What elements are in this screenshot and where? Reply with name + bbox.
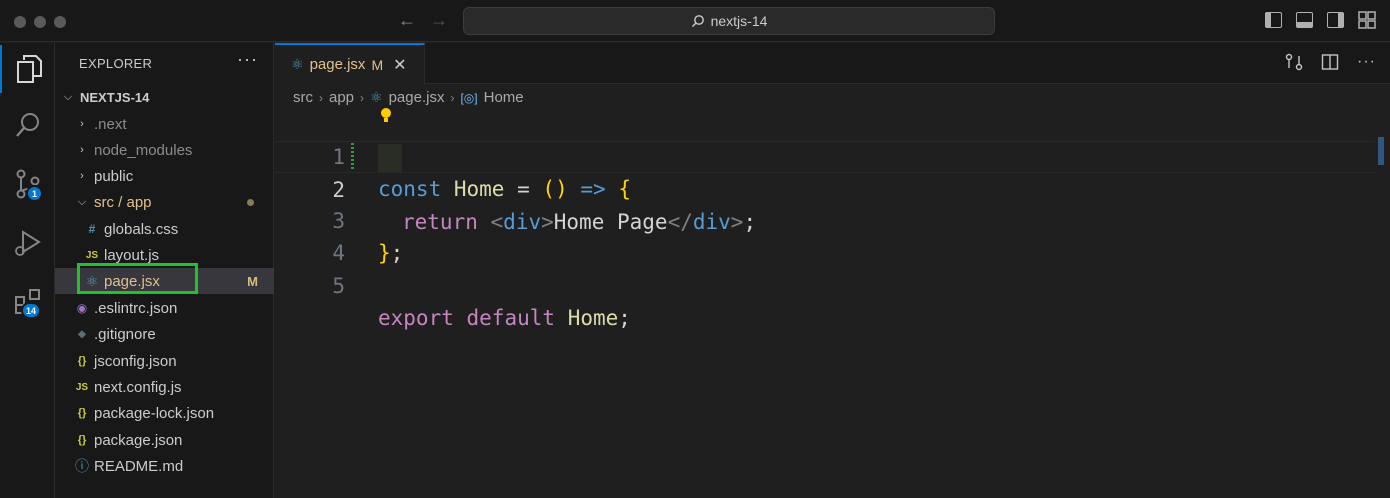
modified-dot-icon xyxy=(247,198,254,206)
maximize-window-button[interactable] xyxy=(54,16,66,28)
breadcrumb-symbol[interactable]: Home xyxy=(484,89,524,106)
search-activity[interactable] xyxy=(0,101,55,149)
editor-area: ⚛ page.jsx M ✕ ··· src › app › ⚛ page.js… xyxy=(275,43,1390,498)
overview-ruler-marker[interactable] xyxy=(1378,137,1384,165)
forward-arrow-icon[interactable]: → xyxy=(430,10,448,31)
toggle-panel-icon[interactable] xyxy=(1296,12,1313,28)
search-icon xyxy=(15,113,39,137)
tree-item-readme[interactable]: ⓘ README.md xyxy=(55,453,274,479)
close-window-button[interactable] xyxy=(14,16,26,28)
tree-item-page-jsx[interactable]: ⚛ page.jsx M xyxy=(55,268,274,294)
tab-label: page.jsx xyxy=(309,56,366,73)
run-debug-icon xyxy=(14,230,41,256)
tree-item-package-lock[interactable]: {} package-lock.json xyxy=(55,400,274,426)
tree-item-jsconfig[interactable]: {} jsconfig.json xyxy=(55,348,274,374)
tab-modified-badge: M xyxy=(371,56,384,73)
run-debug-activity[interactable] xyxy=(0,219,55,267)
back-arrow-icon[interactable]: ← xyxy=(398,10,416,31)
lightbulb-icon[interactable] xyxy=(379,107,393,125)
command-center-search[interactable]: nextjs-14 xyxy=(463,7,995,35)
indent-guide xyxy=(378,144,402,172)
tree-item-gitignore[interactable]: ◆ .gitignore xyxy=(55,321,274,347)
explorer-title: EXPLORER xyxy=(79,56,153,71)
workspace-root[interactable]: ⌵ NEXTJS-14 xyxy=(55,84,274,110)
title-bar: ← → nextjs-14 xyxy=(0,0,1390,42)
scm-badge: 1 xyxy=(26,185,43,202)
js-file-icon: JS xyxy=(75,381,89,393)
json-file-icon: {} xyxy=(77,355,87,367)
chevron-down-icon: ⌵ xyxy=(77,195,87,208)
compare-changes-icon[interactable] xyxy=(1285,53,1303,71)
js-file-icon: JS xyxy=(85,249,99,261)
info-file-icon: ⓘ xyxy=(75,458,89,474)
breadcrumb-src[interactable]: src xyxy=(293,89,313,106)
eslint-file-icon: ◉ xyxy=(76,301,88,315)
tree-item-next[interactable]: › .next xyxy=(55,111,274,137)
chevron-down-icon: ⌵ xyxy=(63,90,73,103)
modified-badge: M xyxy=(247,273,258,289)
css-file-icon: # xyxy=(88,222,96,236)
code-line: 4 xyxy=(275,205,1375,265)
chevron-right-icon: › xyxy=(80,144,84,156)
customize-layout-icon[interactable] xyxy=(1358,11,1376,29)
search-text: nextjs-14 xyxy=(710,13,768,29)
chevron-right-icon: › xyxy=(80,170,84,182)
modified-line-gutter xyxy=(351,143,354,171)
explorer-activity[interactable] xyxy=(0,45,55,93)
tree-item-node-modules[interactable]: › node_modules xyxy=(55,137,274,163)
code-line: 5 export default Home; xyxy=(275,238,1375,330)
more-actions-icon[interactable]: ··· xyxy=(1357,53,1376,71)
tab-bar: ⚛ page.jsx M ✕ ··· xyxy=(275,43,1390,84)
breadcrumb-file[interactable]: page.jsx xyxy=(389,89,445,106)
react-file-icon: ⚛ xyxy=(291,56,304,72)
tree-item-layout-js[interactable]: JS layout.js xyxy=(55,242,274,268)
chevron-right-icon: › xyxy=(319,90,323,105)
files-icon xyxy=(16,55,42,83)
tree-item-next-config[interactable]: JS next.config.js xyxy=(55,374,274,400)
split-editor-icon[interactable] xyxy=(1321,53,1339,71)
chevron-right-icon: › xyxy=(80,118,84,130)
react-file-icon: ⚛ xyxy=(85,272,99,289)
symbol-variable-icon: [◎] xyxy=(460,90,478,105)
tab-page-jsx[interactable]: ⚛ page.jsx M ✕ xyxy=(275,43,425,84)
json-file-icon: {} xyxy=(77,434,87,446)
code-line: 3 }; xyxy=(275,173,1375,265)
workspace-root-label: NEXTJS-14 xyxy=(80,89,150,105)
chevron-right-icon: › xyxy=(450,90,455,105)
toggle-secondary-sidebar-icon[interactable] xyxy=(1327,12,1344,28)
breadcrumb-app[interactable]: app xyxy=(329,89,354,106)
tree-item-src-app[interactable]: ⌵ src / app xyxy=(55,189,274,215)
line-number: 5 xyxy=(332,274,345,298)
source-control-activity[interactable]: 1 xyxy=(0,160,55,208)
editor-actions: ··· xyxy=(1285,53,1390,71)
tree-item-public[interactable]: › public xyxy=(55,163,274,189)
minimize-window-button[interactable] xyxy=(34,16,46,28)
tree-item-package-json[interactable]: {} package.json xyxy=(55,427,274,453)
git-file-icon: ◆ xyxy=(78,328,86,340)
close-icon[interactable]: ✕ xyxy=(393,55,406,75)
react-file-icon: ⚛ xyxy=(370,89,383,105)
code-line-current: 2 return <div>Home Page</div>; xyxy=(275,141,1375,234)
activity-bar: 1 14 xyxy=(0,43,55,498)
tree-item-eslintrc[interactable]: ◉ .eslintrc.json xyxy=(55,295,274,321)
search-icon xyxy=(691,15,704,27)
code-line: 1 const Home = () => { xyxy=(275,107,1375,201)
toggle-primary-sidebar-icon[interactable] xyxy=(1265,12,1282,28)
more-actions-icon[interactable]: ··· xyxy=(237,49,258,70)
tree-item-globals-css[interactable]: # globals.css xyxy=(55,216,274,242)
explorer-sidebar: EXPLORER ··· ⌵ NEXTJS-14 › .next › node_… xyxy=(55,43,274,498)
json-file-icon: {} xyxy=(77,407,87,419)
extensions-activity[interactable]: 14 xyxy=(0,278,55,326)
extensions-badge: 14 xyxy=(21,302,42,319)
chevron-right-icon: › xyxy=(360,90,365,105)
breadcrumb: src › app › ⚛ page.jsx › [◎] Home xyxy=(293,89,524,106)
